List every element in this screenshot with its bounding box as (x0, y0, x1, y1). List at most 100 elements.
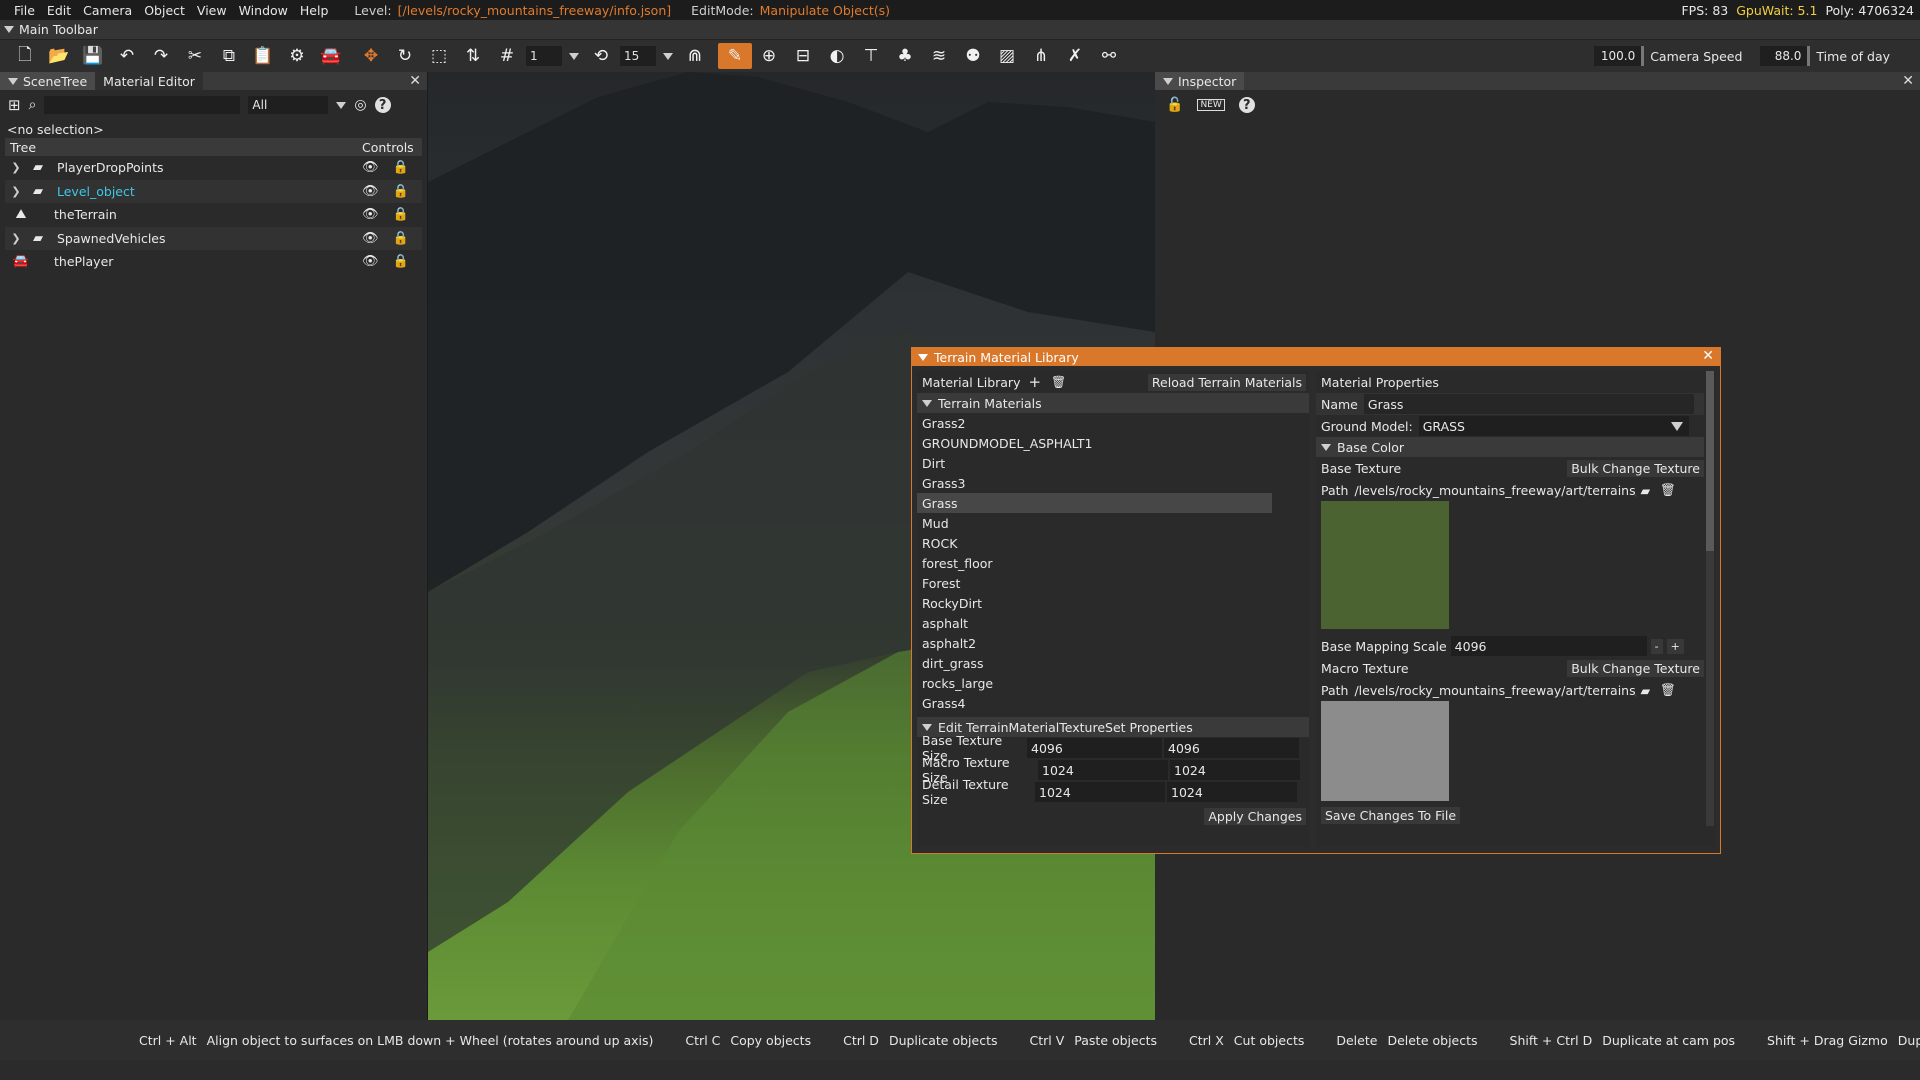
lock-icon[interactable]: 🔓 (1166, 97, 1183, 113)
name-input[interactable]: Grass (1363, 394, 1694, 414)
forest-icon[interactable]: ♣ (888, 43, 922, 69)
menu-help[interactable]: Help (294, 3, 335, 18)
target-icon[interactable]: ◎ (354, 97, 366, 113)
track-icon[interactable]: ⋔ (1024, 43, 1058, 69)
scrollbar[interactable] (1706, 371, 1714, 826)
list-item[interactable]: RockyDirt (917, 593, 1309, 613)
vehicle-icon[interactable]: 🚘 (314, 43, 348, 69)
filter-dropdown-icon[interactable] (336, 101, 347, 109)
folder-icon[interactable]: ▰ (1640, 483, 1650, 498)
save-changes-button[interactable]: Save Changes To File (1321, 806, 1461, 824)
lock-icon[interactable]: 🔒 (393, 160, 409, 175)
list-item[interactable]: Grass (917, 493, 1272, 513)
expand-icon[interactable]: ❯ (5, 232, 27, 245)
list-item[interactable]: forest_floor (917, 553, 1309, 573)
add-icon[interactable]: + (1028, 373, 1041, 391)
lock-icon[interactable]: 🔒 (393, 231, 409, 246)
time-of-day-input[interactable]: 88.0 (1760, 46, 1811, 66)
list-item[interactable]: Grass3 (917, 473, 1309, 493)
close-icon[interactable]: ✕ (1702, 348, 1714, 364)
cut-icon[interactable]: ✂ (178, 43, 212, 69)
menu-camera[interactable]: Camera (77, 3, 138, 18)
tree-row[interactable]: ❯ ▰ SpawnedVehicles 👁 🔒 (5, 226, 422, 250)
undo-icon[interactable]: ↶ (110, 43, 144, 69)
base-size-width-input[interactable]: 4096 (1027, 738, 1162, 758)
menu-window[interactable]: Window (233, 3, 294, 18)
reload-terrain-button[interactable]: Reload Terrain Materials (1147, 373, 1306, 391)
expand-icon[interactable]: ❯ (5, 161, 27, 174)
paste-icon[interactable]: 📋 (246, 43, 280, 69)
close-icon[interactable]: ✕ (409, 73, 421, 89)
main-toolbar-header[interactable]: Main Toolbar (0, 20, 1920, 40)
decrement-button[interactable]: - (1650, 638, 1663, 654)
terrain-paint-icon[interactable]: ▨ (990, 43, 1024, 69)
scale-icon[interactable]: ⬚ (422, 43, 456, 69)
list-item[interactable]: Mud (917, 513, 1309, 533)
base-bulk-change-button[interactable]: Bulk Change Texture (1567, 459, 1704, 477)
grid-snap-icon[interactable]: # (490, 43, 524, 69)
list-item[interactable]: ROCK (917, 533, 1309, 553)
filter-select[interactable]: All (248, 96, 329, 114)
share-icon[interactable]: ⚯ (1092, 43, 1126, 69)
ground-model-select[interactable]: GRASS (1418, 416, 1689, 436)
translate-icon[interactable]: ✥ (354, 43, 388, 69)
lock-icon[interactable]: 🔒 (393, 254, 409, 269)
eye-icon[interactable]: 👁 (362, 160, 379, 175)
copy-icon[interactable]: ⧉ (212, 43, 246, 69)
apply-changes-button[interactable]: Apply Changes (1204, 807, 1306, 825)
list-item[interactable]: Forest (917, 573, 1309, 593)
list-item[interactable]: asphalt (917, 613, 1309, 633)
clear-texture-icon[interactable]: 🗑 (1660, 682, 1676, 698)
list-item[interactable]: Grass2 (917, 413, 1309, 433)
settings-icon[interactable]: ⚙ (280, 43, 314, 69)
rotate-icon[interactable]: ↻ (388, 43, 422, 69)
grid-snap-input[interactable]: 1 (526, 46, 562, 66)
help-icon[interactable]: ? (374, 97, 391, 113)
clear-texture-icon[interactable]: 🗑 (1660, 482, 1676, 498)
save-icon[interactable]: 💾 (76, 43, 110, 69)
add-group-icon[interactable]: ⊞ (8, 96, 21, 114)
tree-row[interactable]: 🚘 thePlayer 👁 🔒 (5, 250, 422, 274)
collapse-icon[interactable] (922, 723, 932, 731)
rotate-snap-icon[interactable]: ⟲ (584, 43, 618, 69)
new-file-icon[interactable]: 🗋 (8, 43, 42, 69)
macro-size-width-input[interactable]: 1024 (1038, 760, 1168, 780)
rotate-snap-input[interactable]: 15 (620, 46, 656, 66)
new-window-icon[interactable]: NEW (1197, 99, 1225, 111)
list-item[interactable]: dirt_grass (917, 653, 1309, 673)
eye-icon[interactable]: 👁 (362, 184, 379, 199)
list-item[interactable]: rocks_large (917, 673, 1309, 693)
tab-scenetree[interactable]: SceneTree (0, 72, 96, 90)
people-icon[interactable]: ⚉ (956, 43, 990, 69)
search-input[interactable] (44, 96, 241, 114)
collapse-icon[interactable] (1321, 443, 1331, 451)
macro-size-height-input[interactable]: 1024 (1170, 760, 1300, 780)
scrollbar-thumb[interactable] (1706, 371, 1714, 551)
collapse-icon[interactable] (4, 26, 14, 33)
list-item[interactable]: GROUNDMODEL_ASPHALT1 (917, 433, 1309, 453)
list-item[interactable]: Grass4 (917, 693, 1309, 713)
menu-file[interactable]: File (8, 3, 41, 18)
base-mapping-input[interactable]: 4096 (1450, 636, 1647, 656)
menu-view[interactable]: View (191, 3, 233, 18)
pen-icon[interactable]: ✎ (718, 43, 752, 69)
redo-icon[interactable]: ↷ (144, 43, 178, 69)
tree-row[interactable]: ⛰ theTerrain 👁 🔒 (5, 203, 422, 227)
help-icon[interactable]: ? (1238, 97, 1255, 113)
macro-texture-preview[interactable] (1321, 701, 1449, 801)
window-titlebar[interactable]: Terrain Material Library ✕ (912, 348, 1720, 366)
macro-bulk-change-button[interactable]: Bulk Change Texture (1567, 659, 1704, 677)
add-icon[interactable]: ⊕ (752, 43, 786, 69)
menu-object[interactable]: Object (138, 3, 191, 18)
eye-icon[interactable]: 👁 (362, 231, 379, 246)
list-item[interactable]: asphalt2 (917, 633, 1309, 653)
open-folder-icon[interactable]: 📂 (42, 43, 76, 69)
river-icon[interactable]: ◐ (820, 43, 854, 69)
terrain-materials-header[interactable]: Terrain Materials (917, 393, 1309, 413)
tab-material-editor[interactable]: Material Editor (95, 72, 203, 90)
increment-button[interactable]: + (1666, 638, 1684, 654)
collapse-icon[interactable] (918, 353, 928, 361)
collapse-icon[interactable] (8, 78, 18, 85)
eye-icon[interactable]: 👁 (362, 207, 379, 222)
collapse-icon[interactable] (922, 399, 932, 407)
